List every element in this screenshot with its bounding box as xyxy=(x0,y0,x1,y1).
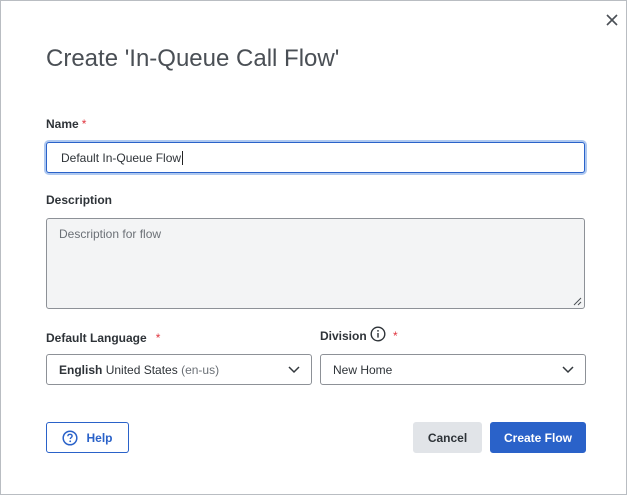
cancel-button-label: Cancel xyxy=(427,430,468,445)
chevron-down-icon xyxy=(288,366,300,374)
create-flow-dialog: Create 'In-Queue Call Flow' Name * Defaul… xyxy=(0,0,627,495)
info-circle-icon[interactable] xyxy=(370,326,386,342)
name-label: Name xyxy=(46,117,79,131)
division-select[interactable]: New Home xyxy=(320,354,586,385)
name-input-value: Default In-Queue Flow xyxy=(61,150,182,165)
description-textarea[interactable]: Description for flow xyxy=(46,218,585,309)
default-language-label-row: Default Language * xyxy=(46,331,160,345)
description-label: Description xyxy=(46,193,113,207)
required-marker: * xyxy=(155,331,161,345)
default-language-select[interactable]: English United States (en-us) xyxy=(46,354,312,385)
division-label: Division xyxy=(320,329,367,343)
text-caret xyxy=(182,150,184,165)
division-selected: New Home xyxy=(333,362,393,377)
cancel-button[interactable]: Cancel xyxy=(413,422,482,453)
name-input[interactable]: Default In-Queue Flow xyxy=(46,142,585,173)
name-label-row: Name * xyxy=(46,117,86,131)
help-circle-icon xyxy=(62,429,79,446)
help-button-label: Help xyxy=(86,430,113,445)
create-flow-button[interactable]: Create Flow xyxy=(490,422,586,453)
resize-grip-icon[interactable] xyxy=(572,296,582,306)
help-button[interactable]: Help xyxy=(46,422,129,453)
chevron-down-icon xyxy=(562,366,574,374)
required-marker: * xyxy=(81,117,87,131)
required-marker: * xyxy=(393,329,398,343)
dialog-title: Create 'In-Queue Call Flow' xyxy=(46,45,340,72)
language-selected-region: United States xyxy=(105,362,178,377)
close-icon xyxy=(606,14,618,26)
close-button[interactable] xyxy=(601,9,623,31)
default-language-label: Default Language xyxy=(46,331,147,345)
division-required-marker-wrap: * xyxy=(393,329,398,343)
description-placeholder: Description for flow xyxy=(59,227,162,241)
language-selected-bold: English xyxy=(59,362,103,377)
language-selected-code: (en-us) xyxy=(181,362,220,377)
create-flow-button-label: Create Flow xyxy=(503,430,572,445)
